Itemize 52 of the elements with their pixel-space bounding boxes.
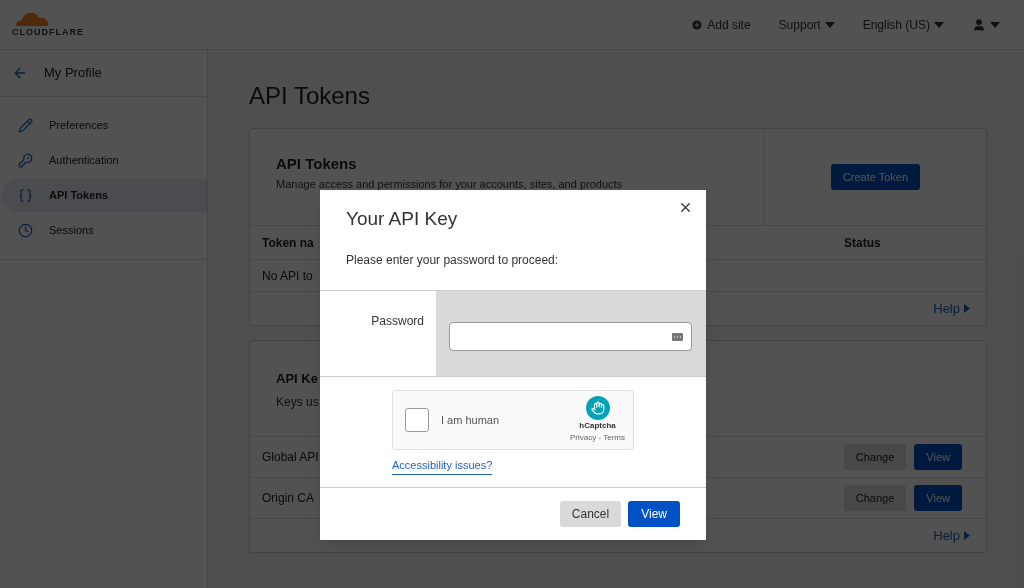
braces-icon: [18, 188, 33, 203]
triangle-icon: [964, 304, 970, 313]
user-icon: [972, 17, 986, 32]
caret-icon: [990, 21, 1000, 28]
caret-icon: [934, 21, 944, 28]
back-link[interactable]: My Profile: [44, 63, 102, 83]
captcha-links[interactable]: Privacy - Terms: [570, 432, 625, 444]
captcha-checkbox[interactable]: [405, 408, 429, 432]
card-description: Manage access and permissions for your accounts, sites, and products: [276, 176, 623, 192]
help-link[interactable]: Help: [933, 298, 970, 319]
key-name: Global API: [262, 449, 319, 466]
view-button[interactable]: View: [628, 501, 680, 527]
clock-icon: [18, 223, 33, 238]
key-name: Origin CA: [262, 490, 314, 507]
change-button[interactable]: Change: [843, 444, 907, 470]
column-header: Token na: [262, 234, 315, 252]
create-token-button[interactable]: Create Token: [830, 164, 921, 190]
accessibility-link[interactable]: Accessibility issues?: [392, 457, 493, 475]
empty-message: No API to: [262, 267, 313, 285]
triangle-icon: [964, 531, 970, 540]
change-button[interactable]: Change: [843, 485, 907, 511]
field-label: Password: [371, 314, 424, 328]
captcha-label: I am human: [441, 412, 501, 428]
menu-dropdown[interactable]: English (US): [862, 15, 944, 34]
card-title: API Tokens: [276, 154, 357, 174]
add-site-link[interactable]: Add site: [691, 15, 751, 34]
key-icon: [18, 153, 33, 168]
cancel-button[interactable]: Cancel: [559, 501, 622, 527]
sidebar-item[interactable]: Authentication: [2, 144, 207, 177]
user-menu[interactable]: [972, 17, 1000, 32]
password-field[interactable]: [449, 322, 692, 351]
password-manager-icon: [672, 332, 683, 341]
page-title: API Tokens: [249, 81, 371, 111]
view-button[interactable]: View: [914, 485, 962, 511]
dialog-title: Your API Key: [346, 207, 459, 231]
column-header: Status: [844, 234, 882, 252]
close-button[interactable]: [678, 200, 693, 215]
hand-logo-icon: [585, 396, 610, 420]
sidebar-item[interactable]: Sessions: [2, 214, 207, 247]
dialog-message: Please enter your password to proceed:: [346, 251, 560, 269]
pencil-icon: [18, 118, 33, 133]
help-link[interactable]: Help: [933, 525, 970, 546]
sidebar-item[interactable]: API Tokens: [2, 179, 207, 212]
captcha-brand: hCaptcha: [579, 420, 616, 432]
card-title: API Ke: [276, 370, 318, 388]
view-button[interactable]: View: [914, 444, 962, 470]
caret-icon: [824, 21, 835, 28]
plus-icon: [691, 18, 704, 31]
sidebar-item[interactable]: Preferences: [2, 109, 207, 142]
logo-text: CLOUDFLARE: [12, 25, 84, 39]
menu-dropdown[interactable]: Support: [778, 15, 835, 34]
card-description: Keys us: [276, 393, 319, 411]
